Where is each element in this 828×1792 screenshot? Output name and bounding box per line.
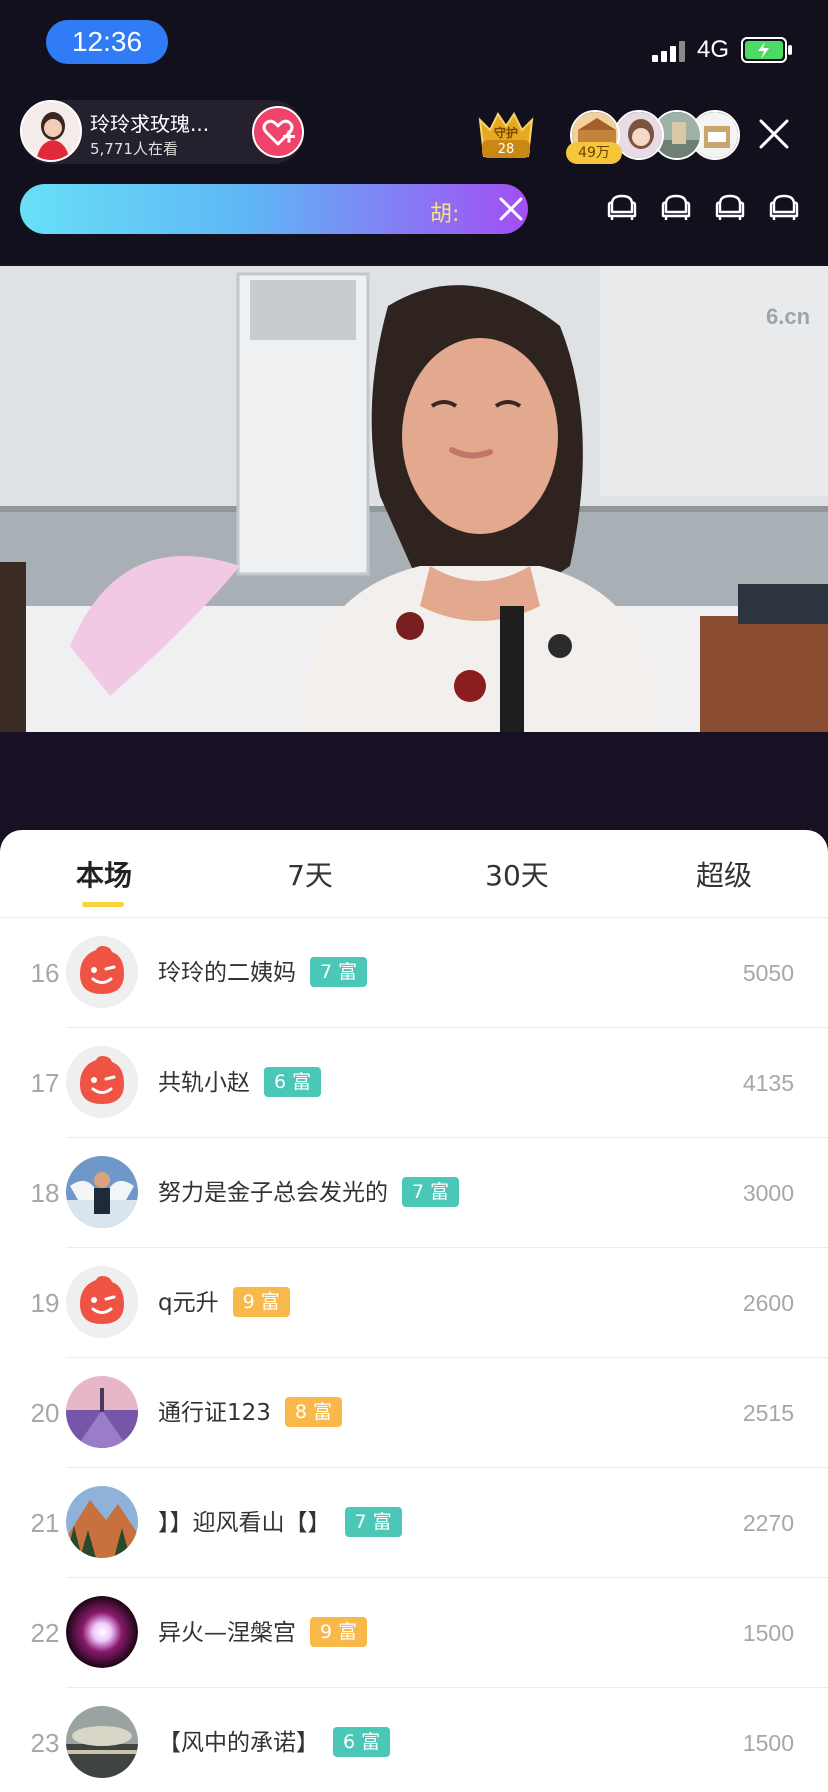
contribution-score: 1500 (742, 1730, 794, 1756)
live-video[interactable]: 6.cn (0, 266, 828, 732)
wealth-level-badge: 9 富 (232, 1286, 290, 1317)
contribution-score: 2600 (742, 1290, 794, 1316)
rank-number: 20 (30, 1398, 60, 1428)
user-name[interactable]: 共轨小赵 (158, 1070, 250, 1096)
user-name-cell: 努力是金子总会发光的 7 富 (158, 1138, 460, 1248)
rank-number: 23 (30, 1728, 60, 1758)
host-avatar[interactable] (20, 100, 82, 162)
rank-number: 16 (30, 958, 60, 988)
guard-label: 守护 (493, 126, 518, 140)
user-name-cell: q元升 9 富 (158, 1248, 290, 1358)
follow-button[interactable] (252, 106, 304, 158)
marquee-text: 胡: (430, 202, 460, 227)
wealth-level-badge: 6 富 (264, 1066, 322, 1097)
fan-avatars[interactable]: 49万 (566, 108, 742, 164)
wealth-level-badge: 9 富 (310, 1616, 368, 1647)
ranking-panel: 本场 7天 30天 超级 16 玲玲的二姨妈 7 富 5050 17 共轨小赵 6 富 413… (0, 830, 828, 1792)
user-avatar[interactable] (66, 1376, 138, 1448)
contribution-score: 4135 (742, 1070, 794, 1096)
user-name[interactable]: 【风中的承诺】 (158, 1730, 319, 1756)
user-name[interactable]: 异火—涅槃宫 (158, 1620, 296, 1646)
user-avatar[interactable] (66, 1156, 138, 1228)
user-name-cell: 通行证123 8 富 (158, 1358, 343, 1468)
wealth-level-badge: 6 富 (333, 1726, 391, 1757)
tab-current[interactable]: 本场 (34, 854, 174, 894)
video-frame (0, 266, 828, 732)
tab-super[interactable]: 超级 (654, 854, 794, 894)
contribution-score: 3000 (742, 1180, 794, 1206)
close-icon[interactable] (756, 116, 792, 152)
video-spacer (0, 732, 828, 832)
user-avatar[interactable] (66, 1706, 138, 1778)
user-avatar[interactable] (66, 936, 138, 1008)
ranking-row[interactable]: 23 【风中的承诺】 6 富 1500 (0, 1688, 828, 1792)
user-name-cell: 】】迎风看山【】 7 富 (158, 1468, 402, 1578)
heart-plus-icon (262, 119, 295, 146)
user-avatar[interactable] (66, 1266, 138, 1338)
ranking-tabs: 本场 7天 30天 超级 (0, 830, 828, 918)
battery-icon (741, 37, 792, 63)
tab-30-days[interactable]: 30天 (447, 854, 587, 894)
host-name: 玲玲求玫瑰... (90, 112, 210, 136)
sofa-icon[interactable] (606, 192, 638, 222)
contribution-score: 5050 (742, 960, 794, 986)
sofa-icon[interactable] (768, 192, 800, 222)
ranking-row[interactable]: 21 】】迎风看山【】 7 富 2270 (0, 1468, 828, 1578)
contribution-score: 1500 (742, 1620, 794, 1646)
active-tab-indicator (82, 902, 124, 907)
wealth-level-badge: 7 富 (310, 956, 368, 987)
wealth-level-badge: 7 富 (402, 1176, 460, 1207)
rank-number: 18 (30, 1178, 60, 1208)
user-name[interactable]: q元升 (158, 1290, 219, 1316)
wealth-level-badge: 8 富 (284, 1396, 343, 1427)
rank-number: 17 (30, 1068, 60, 1098)
tab-7-days[interactable]: 7天 (240, 854, 380, 894)
fan-count-badge: 49万 (566, 142, 622, 164)
live-header: 12:36 4G 玲玲求玫瑰... 5,771人在看 守护 28 49万 胡: (0, 0, 828, 264)
user-name[interactable]: 】】迎风看山【】 (158, 1510, 331, 1536)
contribution-score: 2270 (742, 1510, 794, 1536)
wealth-level-badge: 7 富 (344, 1506, 402, 1537)
user-name-cell: 共轨小赵 6 富 (158, 1028, 322, 1138)
gift-marquee[interactable]: 胡: (20, 184, 528, 234)
ranking-row[interactable]: 20 通行证123 8 富 2515 (0, 1358, 828, 1468)
user-avatar[interactable] (66, 1046, 138, 1118)
user-avatar[interactable] (66, 1486, 138, 1558)
user-name[interactable]: 通行证123 (158, 1400, 271, 1426)
viewer-count: 5,771人在看 (90, 140, 178, 158)
ranking-row[interactable]: 18 努力是金子总会发光的 7 富 3000 (0, 1138, 828, 1248)
ranking-row[interactable]: 22 异火—涅槃宫 9 富 1500 (0, 1578, 828, 1688)
user-name-cell: 【风中的承诺】 6 富 (158, 1688, 391, 1792)
user-name-cell: 玲玲的二姨妈 7 富 (158, 918, 368, 1028)
guard-count: 28 (497, 142, 515, 157)
ranking-row[interactable]: 17 共轨小赵 6 富 4135 (0, 1028, 828, 1138)
watermark: 6.cn (766, 304, 811, 329)
network-type: 4G (697, 36, 730, 63)
host-info[interactable]: 玲玲求玫瑰... 5,771人在看 (20, 100, 304, 164)
user-name[interactable]: 努力是金子总会发光的 (158, 1180, 388, 1206)
marquee-close-icon[interactable] (498, 196, 524, 222)
contribution-score: 2515 (742, 1400, 794, 1426)
rank-number: 19 (30, 1288, 60, 1318)
status-time: 12:36 (46, 20, 168, 64)
rank-number: 22 (30, 1618, 60, 1648)
user-name[interactable]: 玲玲的二姨妈 (158, 960, 296, 986)
seat-row (606, 190, 806, 226)
ranking-row[interactable]: 16 玲玲的二姨妈 7 富 5050 (0, 918, 828, 1028)
ranking-row[interactable]: 19 q元升 9 富 2600 (0, 1248, 828, 1358)
sofa-icon[interactable] (714, 192, 746, 222)
guard-badge[interactable]: 守护 28 (474, 106, 538, 164)
user-name-cell: 异火—涅槃宫 9 富 (158, 1578, 368, 1688)
rank-number: 21 (30, 1508, 60, 1538)
user-avatar[interactable] (66, 1596, 138, 1668)
sofa-icon[interactable] (660, 192, 692, 222)
signal-icon (652, 41, 685, 62)
